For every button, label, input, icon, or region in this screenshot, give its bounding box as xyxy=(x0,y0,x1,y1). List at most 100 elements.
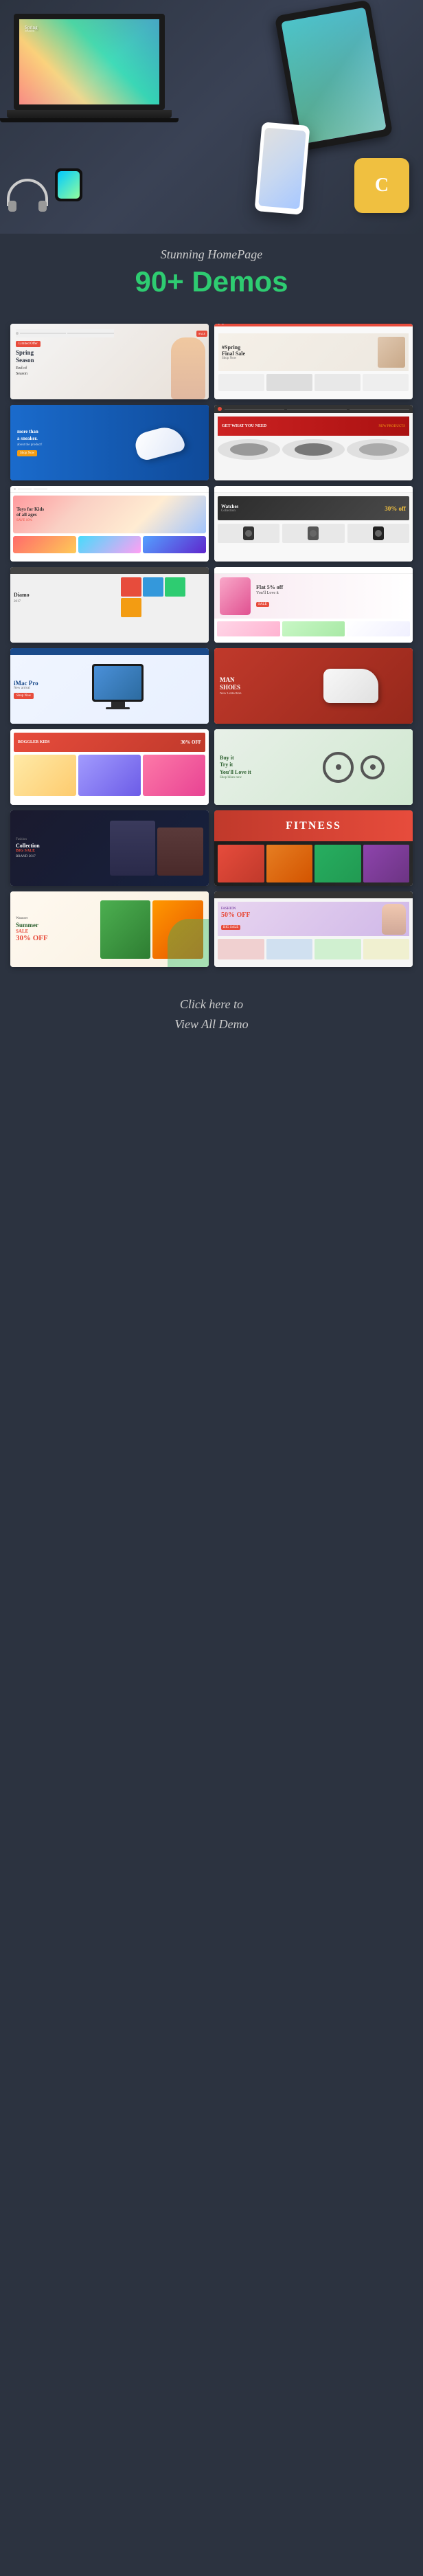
kid-item-3 xyxy=(143,755,205,796)
demo-card-6[interactable]: Watches Collection 30% off xyxy=(214,486,413,562)
demo-card-5[interactable]: Toys for Kidsof all ages SAVE 10% xyxy=(10,486,209,562)
fitness-item-4 xyxy=(363,845,410,882)
demo-9-title: iMac Pro xyxy=(14,680,91,687)
demo-1-right: SALE xyxy=(119,324,209,399)
demo-mockup-9: iMac Pro New arrival Shop Now xyxy=(10,648,209,724)
cta-section[interactable]: Click here to View All Demo xyxy=(0,981,423,1055)
demo-mockup-11: BOGGLER KIDS 30% OFF xyxy=(10,729,209,805)
fashion-product-2 xyxy=(266,939,313,959)
nav-line-1 xyxy=(20,333,66,334)
watch-item-2 xyxy=(282,524,344,543)
demo-3-cta[interactable]: Shop Now xyxy=(17,450,37,456)
demo-15-brand: Wanneer xyxy=(16,917,100,920)
nav-line-4c xyxy=(350,409,409,410)
imac-shape xyxy=(91,664,146,715)
demo-11-discount: 30% OFF xyxy=(181,740,201,745)
demo-card-15[interactable]: Wanneer Summer SALE 30% OFF xyxy=(10,891,209,967)
demo-16-nav xyxy=(214,891,413,898)
headphones-device xyxy=(7,179,62,220)
bicycle-shape xyxy=(300,740,407,795)
laptop-screen-content xyxy=(19,19,159,104)
demo-card-8[interactable]: Flat 5% off You'll Love it SALE xyxy=(214,567,413,643)
wheel-item-2 xyxy=(282,439,345,460)
demo-card-4[interactable]: GET WHAT YOU NEED NEW PRODUCTS xyxy=(214,405,413,480)
demo-mockup-15: Wanneer Summer SALE 30% OFF xyxy=(10,891,209,967)
demo-13-title: Collection xyxy=(16,843,110,850)
demo-2-banner: #SpringFinal Sale Shop Now xyxy=(218,333,409,371)
toy-shapes xyxy=(13,536,206,553)
demo-card-13[interactable]: Fashion Collection BIG SALE BRAND 2017 xyxy=(10,810,209,886)
toy-shape-1 xyxy=(13,536,76,553)
phone-screen xyxy=(258,128,306,210)
demo-card-14[interactable]: FITNESS xyxy=(214,810,413,886)
demo-card-11[interactable]: BOGGLER KIDS 30% OFF xyxy=(10,729,209,805)
demo-mockup-10: MANSHOES New Collection xyxy=(214,648,413,724)
demo-mockup-13: Fashion Collection BIG SALE BRAND 2017 xyxy=(10,810,209,886)
kid-item-2 xyxy=(78,755,141,796)
demo-8-title: Flat 5% off xyxy=(256,584,283,590)
demo-card-1[interactable]: Limited Offer SpringSeason End ofSeason … xyxy=(10,324,209,399)
demo-card-7[interactable]: Diamo 2017 xyxy=(10,567,209,643)
demo-11-kids xyxy=(14,755,205,796)
leaf-decoration xyxy=(168,919,209,967)
demo-4-content: GET WHAT YOU NEED NEW PRODUCTS xyxy=(214,413,413,463)
demo-9-nav xyxy=(10,648,209,655)
demo-12-title: Buy itTry itYou'll Love it xyxy=(220,755,300,776)
heading-main: 90+ Demos xyxy=(0,267,423,296)
demo-4-banner-title: GET WHAT YOU NEED xyxy=(222,424,266,428)
demo-3-right xyxy=(110,405,209,480)
demo-10-subtitle: New Collection xyxy=(220,692,295,696)
gift-box-4 xyxy=(121,598,141,617)
demo-9-text: iMac Pro New arrival Shop Now xyxy=(14,680,91,699)
kid-item-1 xyxy=(14,755,76,796)
cosmetic-item-3 xyxy=(347,621,410,636)
demo-1-left: Limited Offer SpringSeason End ofSeason xyxy=(10,324,119,399)
demo-6-content: Watches Collection 30% off xyxy=(214,493,413,546)
demo-7-content: Diamo 2017 xyxy=(10,574,209,621)
demo-16-tag: BIG SALE xyxy=(221,925,240,930)
demo-5-hero: Toys for Kidsof all ages SAVE 10% xyxy=(13,496,206,533)
demo-7-boxes xyxy=(121,577,205,617)
imac-base xyxy=(106,707,130,709)
demo-4-nav xyxy=(214,405,413,413)
demo-5-content: Toys for Kidsof all ages SAVE 10% xyxy=(10,493,209,556)
demo-10-content: MANSHOES New Collection xyxy=(214,648,413,724)
demo-16-text-block: FASHION 50% OFF BIG SALE xyxy=(221,907,251,931)
demo-8-hero: Flat 5% off You'll Love it SALE xyxy=(214,574,413,619)
bike-wheel-rear xyxy=(361,755,385,779)
demo-card-10[interactable]: MANSHOES New Collection xyxy=(214,648,413,724)
demo-card-3[interactable]: more thana sneaker. about the product! S… xyxy=(10,405,209,480)
demo-15-text: Wanneer Summer SALE 30% OFF xyxy=(16,917,100,942)
demo-5-text: Toys for Kidsof all ages SAVE 10% xyxy=(16,507,44,522)
watch-item-1 xyxy=(218,524,279,543)
demo-14-content: FITNESS xyxy=(214,810,413,886)
demo-5-tag: SAVE 10% xyxy=(16,519,44,522)
cosmetic-item-1 xyxy=(217,621,280,636)
product-thumb-3 xyxy=(315,374,361,391)
demo-2-nav xyxy=(214,324,413,326)
demo-6-watches xyxy=(218,524,409,543)
demo-1-limited-tag: Limited Offer xyxy=(16,341,41,347)
nav-dot-1 xyxy=(16,332,19,335)
bike-wheel-front xyxy=(323,752,354,783)
demo-2-content: #SpringFinal Sale Shop Now xyxy=(214,329,413,395)
gift-box-3 xyxy=(165,577,185,597)
demo-card-12[interactable]: Buy itTry itYou'll Love it Shop bikes no… xyxy=(214,729,413,805)
demo-card-9[interactable]: iMac Pro New arrival Shop Now xyxy=(10,648,209,724)
demo-card-2[interactable]: #SpringFinal Sale Shop Now xyxy=(214,324,413,399)
demo-10-text: MANSHOES New Collection xyxy=(220,676,295,696)
demo-14-products xyxy=(214,841,413,886)
cta-text[interactable]: Click here to View All Demo xyxy=(0,995,423,1034)
demo-3-subtitle: about the product! xyxy=(17,443,103,447)
product-tag-1: SALE xyxy=(196,331,207,337)
demo-7-left: Diamo 2017 xyxy=(14,592,117,603)
demo-3-left: more thana sneaker. about the product! S… xyxy=(10,405,110,480)
wheel-item-1 xyxy=(218,439,280,460)
demo-mockup-7: Diamo 2017 xyxy=(10,567,209,643)
demo-9-cta[interactable]: Shop Now xyxy=(14,693,34,699)
demo-3-content: more thana sneaker. about the product! S… xyxy=(10,405,209,480)
product-thumb-1 xyxy=(218,374,264,391)
demo-8-products xyxy=(214,619,413,639)
demo-6-subtitle: Collection xyxy=(221,509,238,513)
demo-card-16[interactable]: FASHION 50% OFF BIG SALE xyxy=(214,891,413,967)
